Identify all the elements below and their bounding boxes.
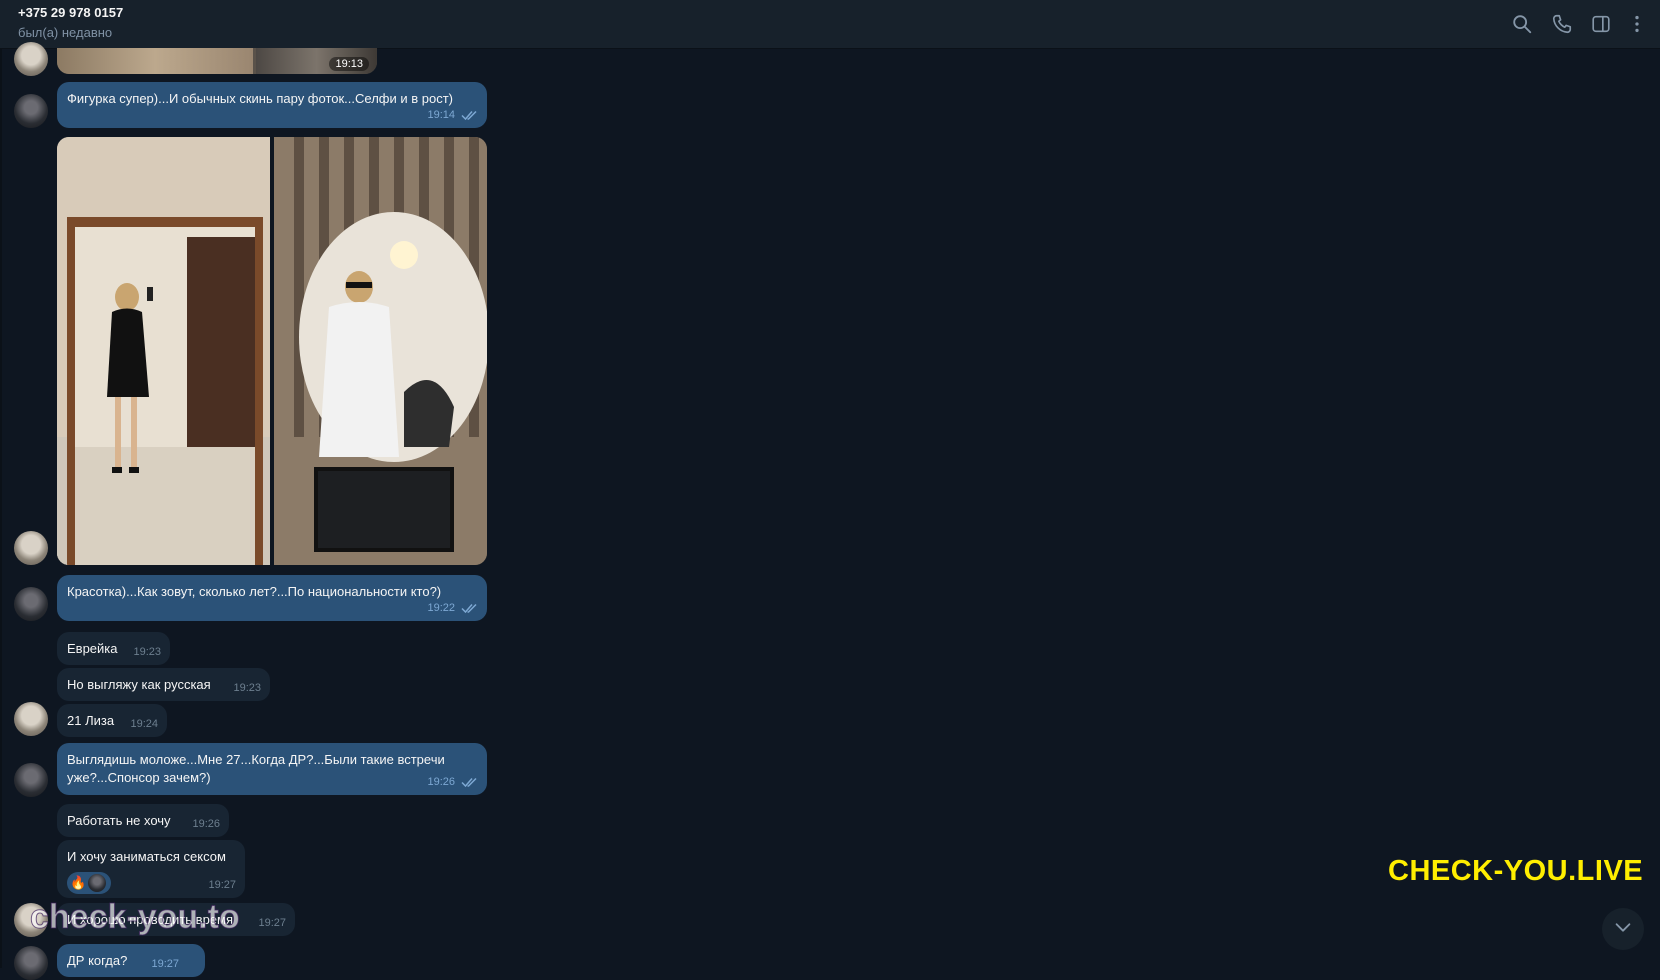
message-text: Еврейка bbox=[67, 641, 118, 656]
message-text: 21 Лиза bbox=[67, 713, 115, 728]
message-time: 19:27 bbox=[151, 958, 179, 970]
avatar[interactable] bbox=[14, 946, 48, 980]
reaction-badge[interactable]: 🔥 bbox=[67, 872, 111, 894]
photo[interactable] bbox=[274, 137, 487, 565]
photo-message[interactable]: 19:13 bbox=[57, 48, 377, 74]
message-bubble[interactable]: 21 Лиза 19:24 bbox=[57, 704, 167, 737]
message-time: 19:27 bbox=[258, 917, 286, 929]
photo[interactable] bbox=[57, 48, 253, 74]
message-text: Фигурка супер)...И обычных скинь пару фо… bbox=[67, 91, 453, 106]
message-time: 19:23 bbox=[133, 646, 161, 658]
avatar[interactable] bbox=[14, 94, 48, 128]
message-bubble[interactable]: Работать не хочу 19:26 bbox=[57, 804, 229, 837]
read-check-icon bbox=[461, 602, 479, 614]
fire-reaction-icon: 🔥 bbox=[70, 875, 87, 890]
read-check-icon bbox=[461, 776, 479, 788]
message-time: 19:23 bbox=[233, 682, 261, 694]
read-check-icon bbox=[461, 109, 479, 121]
left-divider bbox=[0, 48, 2, 968]
more-vertical-icon[interactable] bbox=[1626, 13, 1648, 35]
avatar[interactable] bbox=[14, 763, 48, 797]
avatar[interactable] bbox=[14, 702, 48, 736]
message-text: ДР когда? bbox=[67, 953, 128, 968]
message-text: Красотка)...Как зовут, сколько лет?...По… bbox=[67, 584, 442, 599]
scroll-down-button[interactable] bbox=[1602, 908, 1644, 950]
watermark: check-you.to bbox=[30, 898, 241, 937]
chevron-down-icon bbox=[1612, 916, 1634, 943]
message-bubble[interactable]: Фигурка супер)...И обычных скинь пару фо… bbox=[57, 82, 487, 128]
photo-album[interactable] bbox=[57, 137, 487, 565]
message-text: И хочу заниматься сексом bbox=[67, 849, 226, 864]
message-time: 19:13 bbox=[329, 57, 369, 71]
avatar[interactable] bbox=[14, 42, 48, 76]
message-time: 19:24 bbox=[130, 718, 158, 730]
message-text: Выглядишь моложе...Мне 27...Когда ДР?...… bbox=[67, 752, 445, 785]
phone-icon[interactable] bbox=[1551, 13, 1573, 35]
message-bubble[interactable]: Но выгляжу как русская 19:23 bbox=[57, 668, 270, 701]
message-time: 19:26 bbox=[192, 818, 220, 830]
contact-name[interactable]: +375 29 978 0157 bbox=[18, 5, 123, 20]
reactor-avatar bbox=[88, 874, 107, 892]
message-time: 19:27 bbox=[208, 879, 236, 891]
message-bubble[interactable]: Еврейка 19:23 bbox=[57, 632, 170, 665]
chat-header: +375 29 978 0157 был(а) недавно bbox=[0, 0, 1660, 49]
avatar[interactable] bbox=[14, 531, 48, 565]
message-bubble[interactable]: И хочу заниматься сексом 🔥 19:27 bbox=[57, 840, 245, 898]
message-time: 19:22 bbox=[427, 602, 455, 614]
contact-status: был(а) недавно bbox=[18, 25, 113, 40]
message-text: Работать не хочу bbox=[67, 813, 171, 828]
search-icon[interactable] bbox=[1511, 13, 1533, 35]
message-text: Но выгляжу как русская bbox=[67, 677, 211, 692]
message-bubble[interactable]: Выглядишь моложе...Мне 27...Когда ДР?...… bbox=[57, 743, 487, 795]
avatar[interactable] bbox=[14, 587, 48, 621]
message-time: 19:26 bbox=[427, 776, 455, 788]
sidebar-toggle-icon[interactable] bbox=[1590, 13, 1612, 35]
message-time: 19:14 bbox=[427, 109, 455, 121]
message-bubble[interactable]: Красотка)...Как зовут, сколько лет?...По… bbox=[57, 575, 487, 621]
message-bubble[interactable]: ДР когда? 19:27 bbox=[57, 944, 205, 977]
photo[interactable] bbox=[57, 137, 270, 565]
watermark: CHECK-YOU.LIVE bbox=[1388, 855, 1644, 887]
